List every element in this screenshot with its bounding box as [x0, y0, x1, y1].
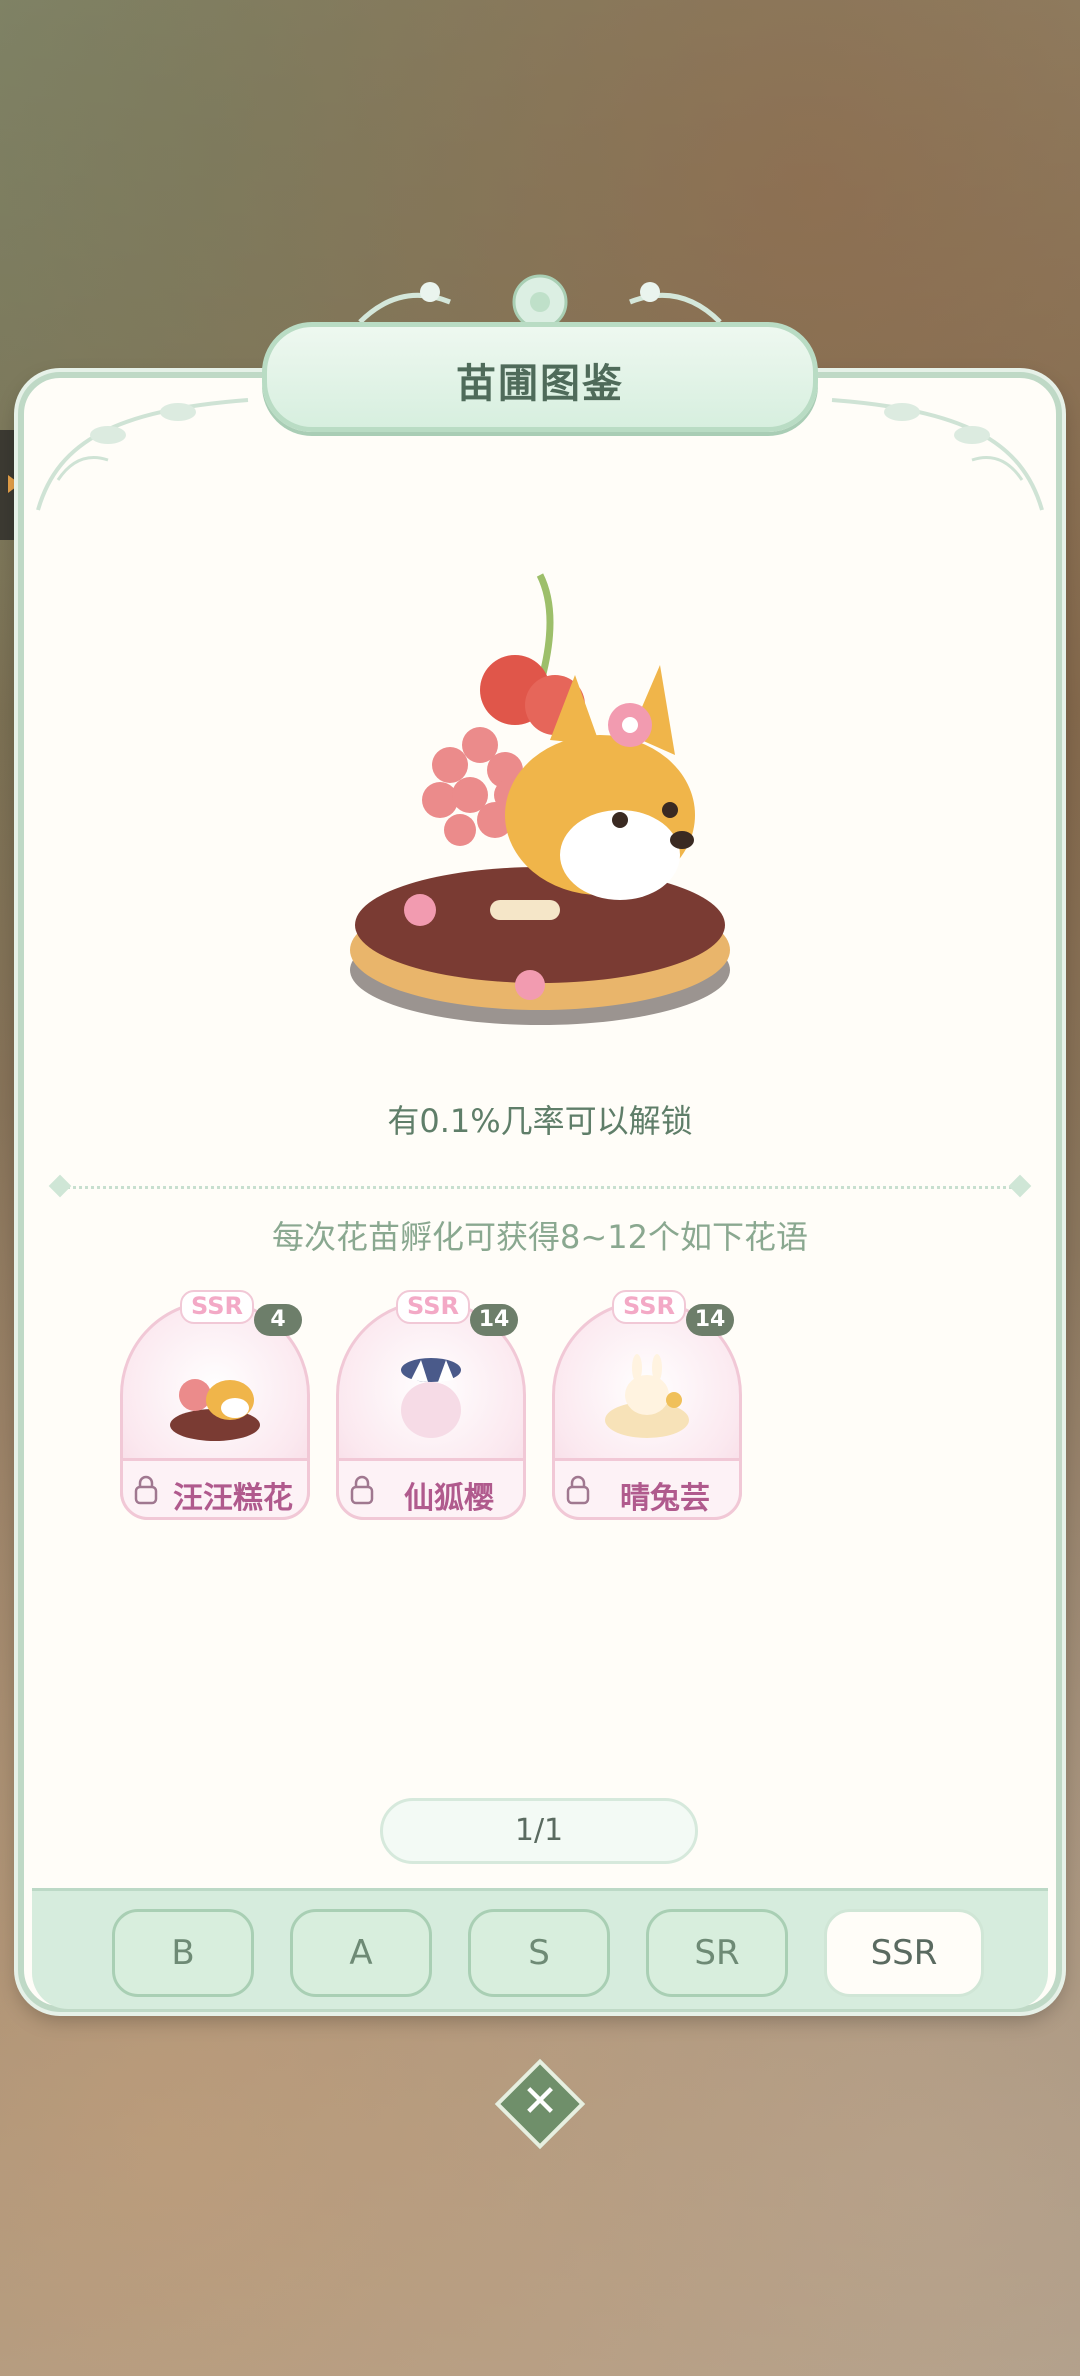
lock-icon — [566, 1475, 590, 1505]
flower-card[interactable]: SSR 14 晴兔芸 — [552, 1290, 742, 1520]
flower-card[interactable]: SSR 4 汪汪糕花 — [120, 1290, 310, 1520]
card-art-corgi-cake — [170, 1379, 260, 1441]
hatch-reward-subtitle: 每次花苗孵化可获得8~12个如下花语 — [272, 1218, 808, 1256]
card-name: 仙狐樱 — [404, 1481, 494, 1516]
tab-ssr[interactable]: SSR — [824, 1909, 984, 1997]
tab-a[interactable]: A — [290, 1909, 432, 1997]
count-badge: 4 — [254, 1304, 302, 1336]
tab-sr[interactable]: SR — [646, 1909, 788, 1997]
rarity-badge: SSR — [612, 1290, 686, 1324]
card-name: 汪汪糕花 — [173, 1481, 293, 1516]
tab-b[interactable]: B — [112, 1909, 254, 1997]
card-name-bar: 晴兔芸 — [552, 1458, 742, 1520]
count-badge: 14 — [470, 1304, 518, 1336]
card-art-sunny-rabbit — [605, 1354, 689, 1438]
flower-card[interactable]: SSR 14 仙狐樱 — [336, 1290, 526, 1520]
vine-decoration-left — [36, 398, 249, 511]
card-name-bar: 仙狐樱 — [336, 1458, 526, 1520]
rarity-tab-bar: B A S SR SSR — [32, 1888, 1048, 2009]
card-name: 晴兔芸 — [620, 1481, 710, 1516]
rarity-badge: SSR — [180, 1290, 254, 1324]
card-name-bar: 汪汪糕花 — [120, 1458, 310, 1520]
tab-s[interactable]: S — [468, 1909, 610, 1997]
rarity-badge: SSR — [396, 1290, 470, 1324]
lock-icon — [134, 1475, 158, 1505]
lock-icon — [350, 1475, 374, 1505]
count-badge: 14 — [686, 1304, 734, 1336]
unlock-chance-text: 有0.1%几率可以解锁 — [387, 1102, 693, 1140]
featured-plant-illustration — [350, 573, 730, 1025]
page-indicator: 1/1 — [380, 1798, 698, 1864]
title-banner: 苗圃图鉴 — [262, 322, 818, 432]
card-art-fox-sakura — [401, 1358, 461, 1438]
dialog-title: 苗圃图鉴 — [456, 361, 624, 407]
vine-decoration-right — [831, 398, 1044, 511]
section-divider — [48, 1174, 1032, 1198]
close-icon[interactable]: ✕ — [508, 2070, 572, 2134]
